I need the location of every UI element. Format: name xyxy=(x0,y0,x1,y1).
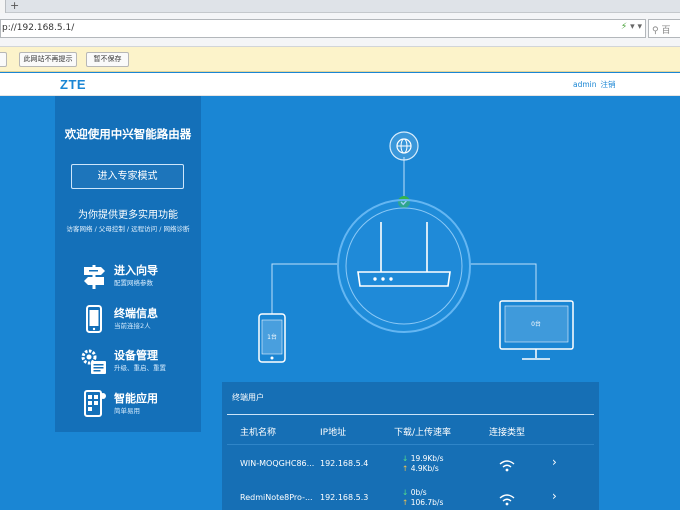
menu-title-smart-apps: 智能应用 xyxy=(114,392,158,405)
menu-item-wizard[interactable]: 进入向导 配置网络参数 xyxy=(81,262,191,294)
expert-mode-button[interactable]: 进入专家模式 xyxy=(71,164,184,189)
search-input[interactable]: ⚲ 百 xyxy=(648,19,680,38)
zte-logo[interactable]: ZTE xyxy=(60,77,86,92)
menu-item-device-management[interactable]: 设备管理 升级、重启、重置 xyxy=(81,347,191,379)
host-ip: 192.168.5.4 xyxy=(320,459,369,468)
host-ip: 192.168.5.3 xyxy=(320,493,369,502)
phone-count-label: 1台 xyxy=(267,333,277,341)
host-rate: ↓ 19.9Kb/s ↑ 4.9Kb/s xyxy=(402,454,444,474)
col-hostname: 主机名称 xyxy=(240,428,277,438)
internet-globe-icon[interactable] xyxy=(389,131,419,161)
menu-title-terminal-info: 终端信息 xyxy=(114,307,158,320)
pc-count-label: 0台 xyxy=(531,320,541,328)
not-now-button[interactable]: 暂不保存 xyxy=(86,52,129,67)
tablet-apps-icon xyxy=(84,390,106,417)
password-save-bar: 此网站不再提示 暂不保存 xyxy=(0,47,680,72)
upload-arrow-icon: ↑ xyxy=(402,498,409,507)
logout-link[interactable]: 注销 xyxy=(601,80,616,89)
host-rate: ↓ 0b/s ↑ 106.7b/s xyxy=(402,488,443,508)
table-row[interactable]: RedmiNote8Pro-... 192.168.5.3 ↓ 0b/s ↑ 1… xyxy=(222,484,599,510)
features-list: 访客网络 / 父母控制 / 远程访问 / 网络诊断 xyxy=(66,225,190,233)
gears-icon xyxy=(81,349,106,374)
address-toolbar: p://192.168.5.1/ ⚡ ▾ ▾ ⚲ 百 xyxy=(0,13,680,47)
col-conn-type: 连接类型 xyxy=(489,428,526,438)
download-rate: 0b/s xyxy=(410,488,427,497)
search-engine-label: 百 xyxy=(661,26,671,36)
col-ip: IP地址 xyxy=(320,428,347,438)
new-tab-button[interactable]: + xyxy=(10,0,19,12)
wifi-icon xyxy=(499,460,515,472)
devices-title: 终端用户 xyxy=(232,393,264,402)
menu-sub-device-management: 升级、重启、重置 xyxy=(114,364,166,372)
network-diagram: 1台 0台 xyxy=(258,131,574,363)
router-header: ZTE admin 注销 xyxy=(0,73,680,96)
never-for-site-button[interactable]: 此网站不再提示 xyxy=(19,52,77,67)
menu-item-terminal-info[interactable]: 终端信息 当前连接2人 xyxy=(81,305,191,337)
wifi-icon xyxy=(499,494,515,506)
main-area: 欢迎使用中兴智能路由器 进入专家模式 为你提供更多实用功能 访客网络 / 父母控… xyxy=(0,96,680,510)
speed-mode-icon[interactable]: ⚡ xyxy=(621,22,627,32)
upload-rate: 106.7b/s xyxy=(410,498,444,507)
features-subtitle: 为你提供更多实用功能 xyxy=(78,210,178,221)
phone-device-icon[interactable]: 1台 xyxy=(258,313,286,363)
tab-strip: + xyxy=(0,0,680,13)
pc-device-icon[interactable]: 0台 xyxy=(499,300,574,360)
devices-panel: 终端用户 主机名称 IP地址 下载/上传速率 连接类型 WIN-MOQGHC86… xyxy=(222,382,599,510)
address-dropdown-icon[interactable]: ▾ xyxy=(637,22,642,32)
menu-sub-smart-apps: 简单易用 xyxy=(114,407,140,415)
phone-icon xyxy=(86,305,102,333)
username-label: admin xyxy=(573,80,597,89)
url-text[interactable]: p://192.168.5.1/ xyxy=(2,23,74,33)
router-circle[interactable] xyxy=(337,199,471,333)
chevron-right-icon[interactable]: › xyxy=(552,455,557,469)
table-row[interactable]: WIN-MOQGHC86... 192.168.5.4 ↓ 19.9Kb/s ↑… xyxy=(222,450,599,480)
dropdown-arrow-icon[interactable]: ▾ xyxy=(630,22,635,32)
notify-bar-edge xyxy=(0,52,7,67)
search-icon: ⚲ xyxy=(652,26,659,36)
download-rate: 19.9Kb/s xyxy=(410,454,444,463)
welcome-title: 欢迎使用中兴智能路由器 xyxy=(64,127,192,141)
menu-title-wizard: 进入向导 xyxy=(114,264,158,277)
host-name: WIN-MOQGHC86... xyxy=(240,459,315,468)
signpost-icon xyxy=(84,265,105,289)
devices-divider xyxy=(227,414,594,415)
menu-title-device-management: 设备管理 xyxy=(114,349,158,362)
user-area: admin 注销 xyxy=(573,79,616,90)
browser-tab[interactable] xyxy=(0,0,6,13)
menu-sub-terminal-info: 当前连接2人 xyxy=(114,322,151,330)
chevron-right-icon[interactable]: › xyxy=(552,489,557,503)
header-divider xyxy=(227,444,594,445)
upload-rate: 4.9Kb/s xyxy=(410,464,439,473)
col-rate: 下载/上传速率 xyxy=(394,428,452,438)
sidebar-panel: 欢迎使用中兴智能路由器 进入专家模式 为你提供更多实用功能 访客网络 / 父母控… xyxy=(55,96,201,432)
download-arrow-icon: ↓ xyxy=(402,454,409,463)
menu-item-smart-apps[interactable]: 智能应用 简单易用 xyxy=(81,390,191,422)
download-arrow-icon: ↓ xyxy=(402,488,409,497)
address-bar[interactable]: p://192.168.5.1/ ⚡ ▾ ▾ xyxy=(0,19,646,38)
address-actions: ⚡ ▾ ▾ xyxy=(621,22,642,32)
host-name: RedmiNote8Pro-... xyxy=(240,493,313,502)
upload-arrow-icon: ↑ xyxy=(402,464,409,473)
menu-sub-wizard: 配置网络参数 xyxy=(114,279,153,287)
